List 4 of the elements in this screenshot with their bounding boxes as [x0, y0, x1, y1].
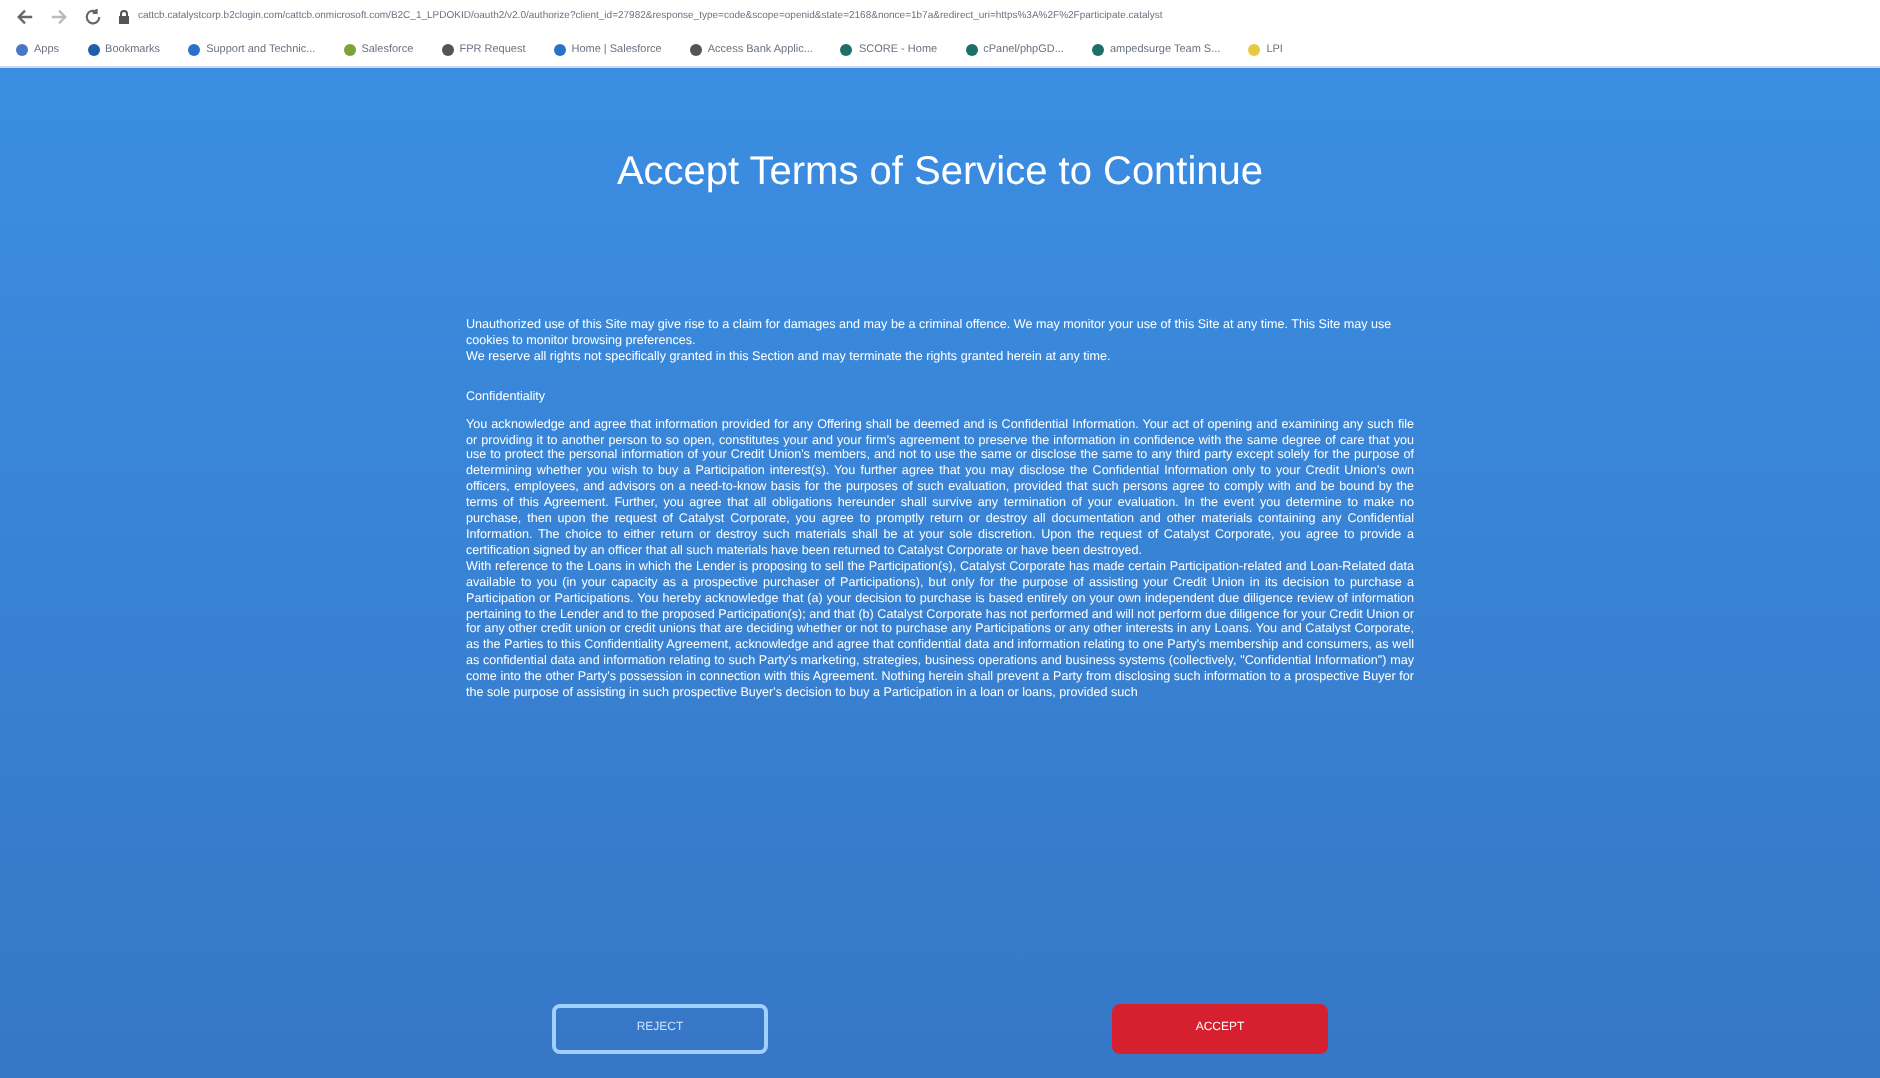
back-icon[interactable] — [16, 8, 34, 26]
lock-icon — [118, 10, 130, 24]
page-title: Accept Terms of Service to Continue — [616, 148, 1264, 198]
reload-icon[interactable] — [84, 8, 102, 26]
